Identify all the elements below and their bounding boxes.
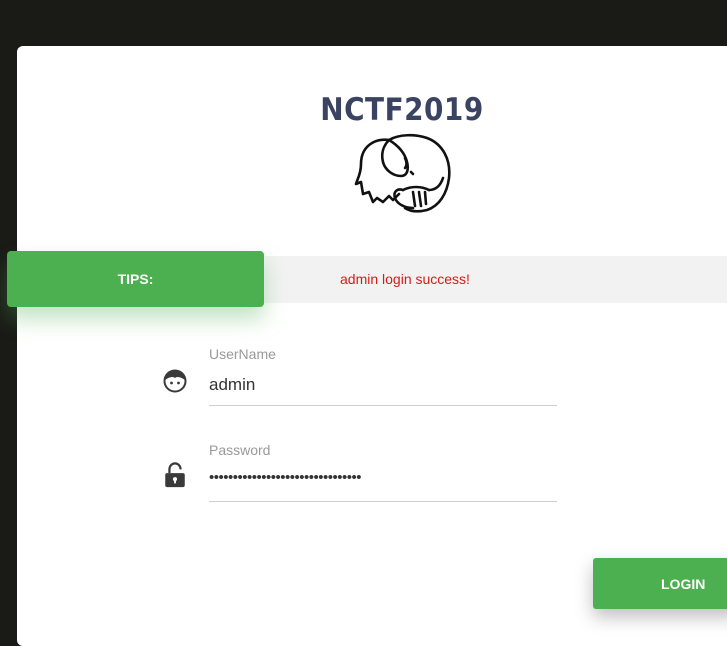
login-button-label: LOGIN [661, 575, 706, 592]
tips-label-box: TIPS: [7, 251, 264, 307]
username-underline [209, 405, 557, 406]
password-input[interactable]: •••••••••••••••••••••••••••••••• [209, 469, 362, 486]
password-underline [209, 501, 557, 502]
login-button[interactable]: LOGIN [593, 558, 727, 609]
username-input[interactable]: admin [209, 375, 255, 395]
username-label: UserName [209, 346, 276, 362]
password-label: Password [209, 442, 271, 458]
tips-label: TIPS: [117, 271, 154, 287]
tips-message: admin login success! [340, 271, 470, 287]
unlock-icon [165, 462, 185, 488]
page-title: NCTF2019 [320, 92, 484, 128]
elephant-logo-icon [354, 133, 451, 213]
user-face-icon [163, 369, 187, 393]
